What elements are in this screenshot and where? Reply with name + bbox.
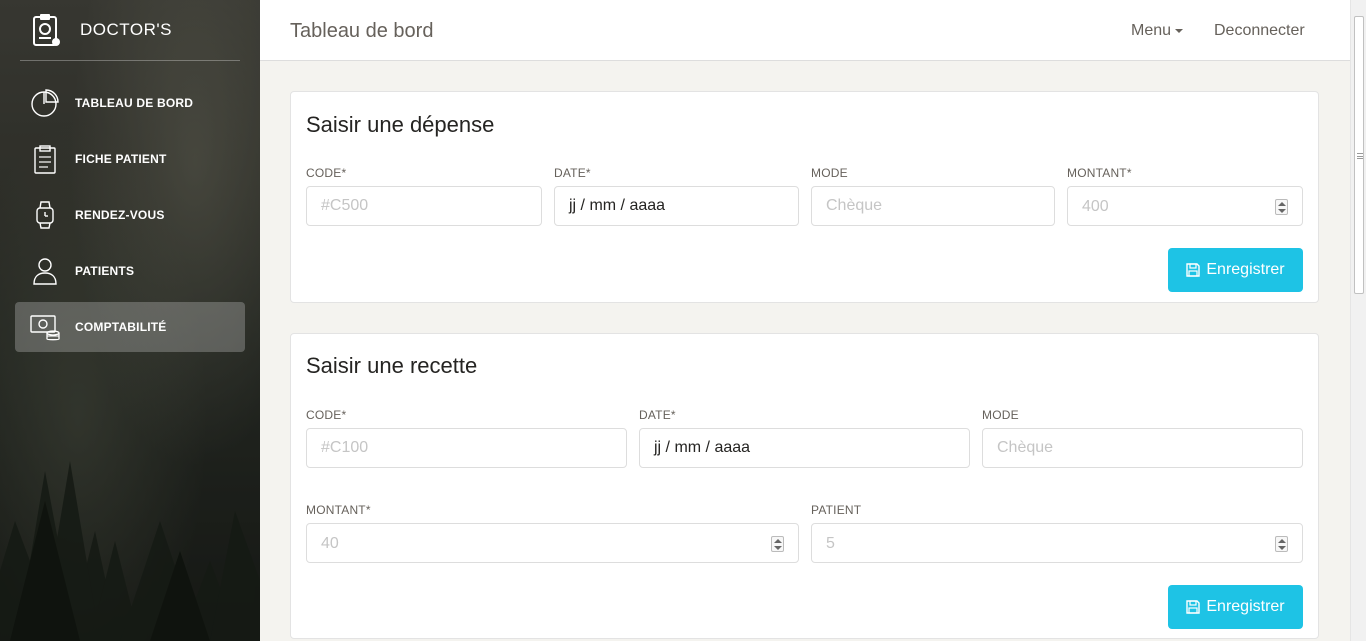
menu-dropdown[interactable]: Menu <box>1131 22 1184 40</box>
page-scrollbar[interactable] <box>1350 0 1366 641</box>
scroll-thumb[interactable] <box>1354 16 1364 294</box>
save-icon <box>1186 600 1201 614</box>
save-label: Enregistrer <box>1206 598 1285 615</box>
pie-chart-icon <box>30 88 60 118</box>
menu-label: Menu <box>1131 22 1172 39</box>
expense-card-title: Saisir une dépense <box>306 112 495 137</box>
expense-date-input[interactable]: jj / mm / aaaa <box>554 186 799 226</box>
date-format-text: jj / mm / aaaa <box>654 439 751 456</box>
top-navbar: Tableau de bord Menu Deconnecter <box>260 0 1350 61</box>
income-patient-label: PATIENT <box>811 503 862 517</box>
sidebar-item-label: TABLEAU DE BORD <box>75 96 194 110</box>
income-mode-label: MODE <box>982 408 1019 422</box>
income-save-button[interactable]: Enregistrer <box>1168 585 1303 629</box>
income-amount-input[interactable]: 40 <box>306 523 799 563</box>
user-icon <box>30 256 60 286</box>
income-patient-input[interactable]: 5 <box>811 523 1303 563</box>
number-spinner-icon[interactable] <box>771 536 784 552</box>
forest-background <box>0 461 260 641</box>
sidebar-item-label: PATIENTS <box>75 264 135 278</box>
income-code-label: CODE* <box>306 408 347 422</box>
income-mode-input[interactable] <box>982 428 1303 468</box>
expense-mode-label: MODE <box>811 166 848 180</box>
expense-amount-label: MONTANT* <box>1067 166 1132 180</box>
sidebar-item-rendez-vous[interactable]: RENDEZ-VOUS <box>15 190 245 240</box>
sidebar-item-label: FICHE PATIENT <box>75 152 167 166</box>
save-icon <box>1186 263 1201 277</box>
caret-down-icon <box>1175 28 1184 33</box>
brand-name: DOCTOR'S <box>80 20 172 39</box>
sidebar-item-label: RENDEZ-VOUS <box>75 208 165 222</box>
money-icon <box>30 312 60 342</box>
income-amount-label: MONTANT* <box>306 503 371 517</box>
sidebar-item-fiche-patient[interactable]: FICHE PATIENT <box>15 134 245 184</box>
amount-placeholder: 400 <box>1082 198 1109 215</box>
sidebar-item-comptabilite[interactable]: COMPTABILITÉ <box>15 302 245 352</box>
expense-save-button[interactable]: Enregistrer <box>1168 248 1303 292</box>
income-code-input[interactable] <box>306 428 627 468</box>
income-date-label: DATE* <box>639 408 676 422</box>
save-label: Enregistrer <box>1206 261 1285 278</box>
clipboard-icon <box>30 144 60 174</box>
sidebar-item-label: COMPTABILITÉ <box>75 320 167 334</box>
expense-card: Saisir une dépense CODE* DATE* jj / mm /… <box>290 91 1319 303</box>
expense-date-label: DATE* <box>554 166 591 180</box>
date-format-text: jj / mm / aaaa <box>569 197 666 214</box>
doctor-badge-icon <box>33 14 60 46</box>
amount-placeholder: 40 <box>321 535 339 552</box>
number-spinner-icon[interactable] <box>1275 536 1288 552</box>
patient-placeholder: 5 <box>826 535 835 552</box>
brand[interactable]: DOCTOR'S <box>20 0 240 61</box>
expense-code-label: CODE* <box>306 166 347 180</box>
expense-amount-input[interactable]: 400 <box>1067 186 1303 226</box>
sidebar-item-tableau-de-bord[interactable]: TABLEAU DE BORD <box>15 78 245 128</box>
watch-icon <box>30 200 60 230</box>
income-card-title: Saisir une recette <box>306 353 478 378</box>
number-spinner-icon[interactable] <box>1275 199 1288 215</box>
income-date-input[interactable]: jj / mm / aaaa <box>639 428 970 468</box>
logout-link[interactable]: Deconnecter <box>1214 22 1305 40</box>
page-title: Tableau de bord <box>290 20 434 42</box>
sidebar-nav: TABLEAU DE BORD FICHE PATIENT RENDEZ-VOU… <box>15 78 245 358</box>
income-card: Saisir une recette CODE* DATE* jj / mm /… <box>290 333 1319 639</box>
sidebar-item-patients[interactable]: PATIENTS <box>15 246 245 296</box>
expense-code-input[interactable] <box>306 186 542 226</box>
grip-icon <box>1357 153 1363 159</box>
expense-mode-input[interactable] <box>811 186 1055 226</box>
sidebar: DOCTOR'S TABLEAU DE BORD FICHE PATIENT R… <box>0 0 260 641</box>
